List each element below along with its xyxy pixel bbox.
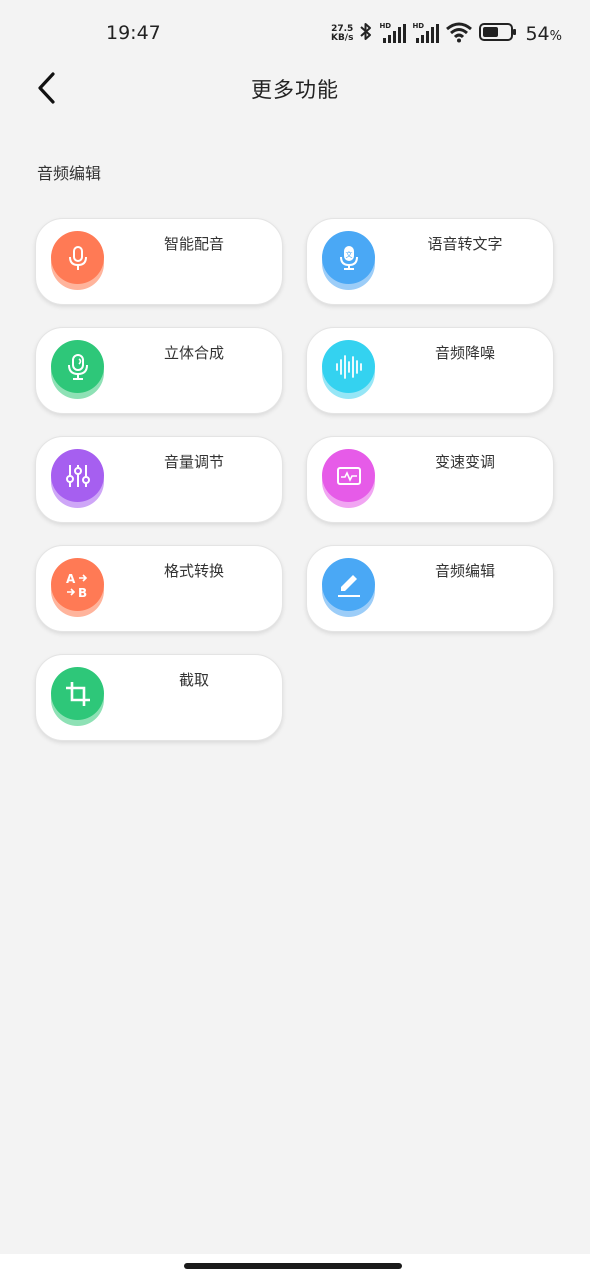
icon-wrap [51, 231, 104, 290]
voice-to-text-icon: 文 [322, 231, 375, 284]
network-speed-unit: KB/s [330, 33, 354, 43]
feature-card-stereo-synthesis[interactable]: 立体合成 [35, 327, 283, 414]
battery-unit: % [549, 29, 562, 44]
microphone-icon [51, 231, 104, 284]
feature-label: 格式转换 [163, 562, 224, 580]
status-bar: 19:47 27.5 KB/s HD HD 54% [0, 0, 590, 66]
section-title: 音频编辑 [37, 164, 102, 183]
stereo-mic-icon [51, 340, 104, 393]
feature-label: 音量调节 [163, 453, 224, 471]
icon-wrap [51, 667, 104, 726]
svg-text:B: B [78, 586, 87, 600]
feature-label: 立体合成 [163, 344, 224, 362]
equalizer-icon [51, 449, 104, 502]
a-to-b-icon: A B [51, 558, 104, 611]
status-icons: 27.5 KB/s HD HD 54% [331, 20, 562, 48]
feature-label: 音频降噪 [434, 344, 495, 362]
feature-card-voice-to-text[interactable]: 文 语音转文字 [306, 218, 554, 305]
cellular-signal-2-icon: HD [412, 22, 440, 44]
icon-wrap [322, 558, 375, 617]
bluetooth-icon [359, 21, 373, 47]
icon-wrap [51, 340, 104, 399]
cellular-signal-1-icon: HD [379, 22, 407, 44]
waveform-icon [322, 340, 375, 393]
feature-card-smart-dubbing[interactable]: 智能配音 [35, 218, 283, 305]
wifi-icon [445, 21, 473, 47]
feature-label: 智能配音 [163, 235, 224, 253]
feature-card-crop[interactable]: 截取 [35, 654, 283, 741]
feature-card-audio-edit[interactable]: 音频编辑 [306, 545, 554, 632]
battery-value: 54 [525, 23, 550, 45]
feature-card-noise-reduction[interactable]: 音频降噪 [306, 327, 554, 414]
header: 更多功能 [0, 66, 590, 110]
icon-wrap: A B [51, 558, 104, 617]
svg-text:文: 文 [345, 250, 352, 259]
feature-card-speed-pitch[interactable]: 变速变调 [306, 436, 554, 523]
icon-wrap [322, 449, 375, 508]
icon-wrap [51, 449, 104, 508]
battery-percentage: 54% [525, 23, 562, 45]
svg-text:A: A [66, 572, 76, 586]
feature-card-format-convert[interactable]: A B 格式转换 [35, 545, 283, 632]
pulse-monitor-icon [322, 449, 375, 502]
feature-card-volume-adjust[interactable]: 音量调节 [35, 436, 283, 523]
feature-label: 语音转文字 [427, 235, 503, 253]
crop-icon [51, 667, 104, 720]
page-title: 更多功能 [251, 78, 339, 102]
network-speed: 27.5 KB/s [331, 25, 353, 43]
home-indicator[interactable] [184, 1263, 402, 1269]
icon-wrap [322, 340, 375, 399]
feature-label: 截取 [178, 671, 209, 689]
pencil-icon [322, 558, 375, 611]
feature-label: 变速变调 [434, 453, 495, 471]
feature-label: 音频编辑 [434, 562, 495, 580]
status-time: 19:47 [106, 22, 161, 44]
icon-wrap: 文 [322, 231, 375, 290]
battery-icon [479, 22, 517, 46]
